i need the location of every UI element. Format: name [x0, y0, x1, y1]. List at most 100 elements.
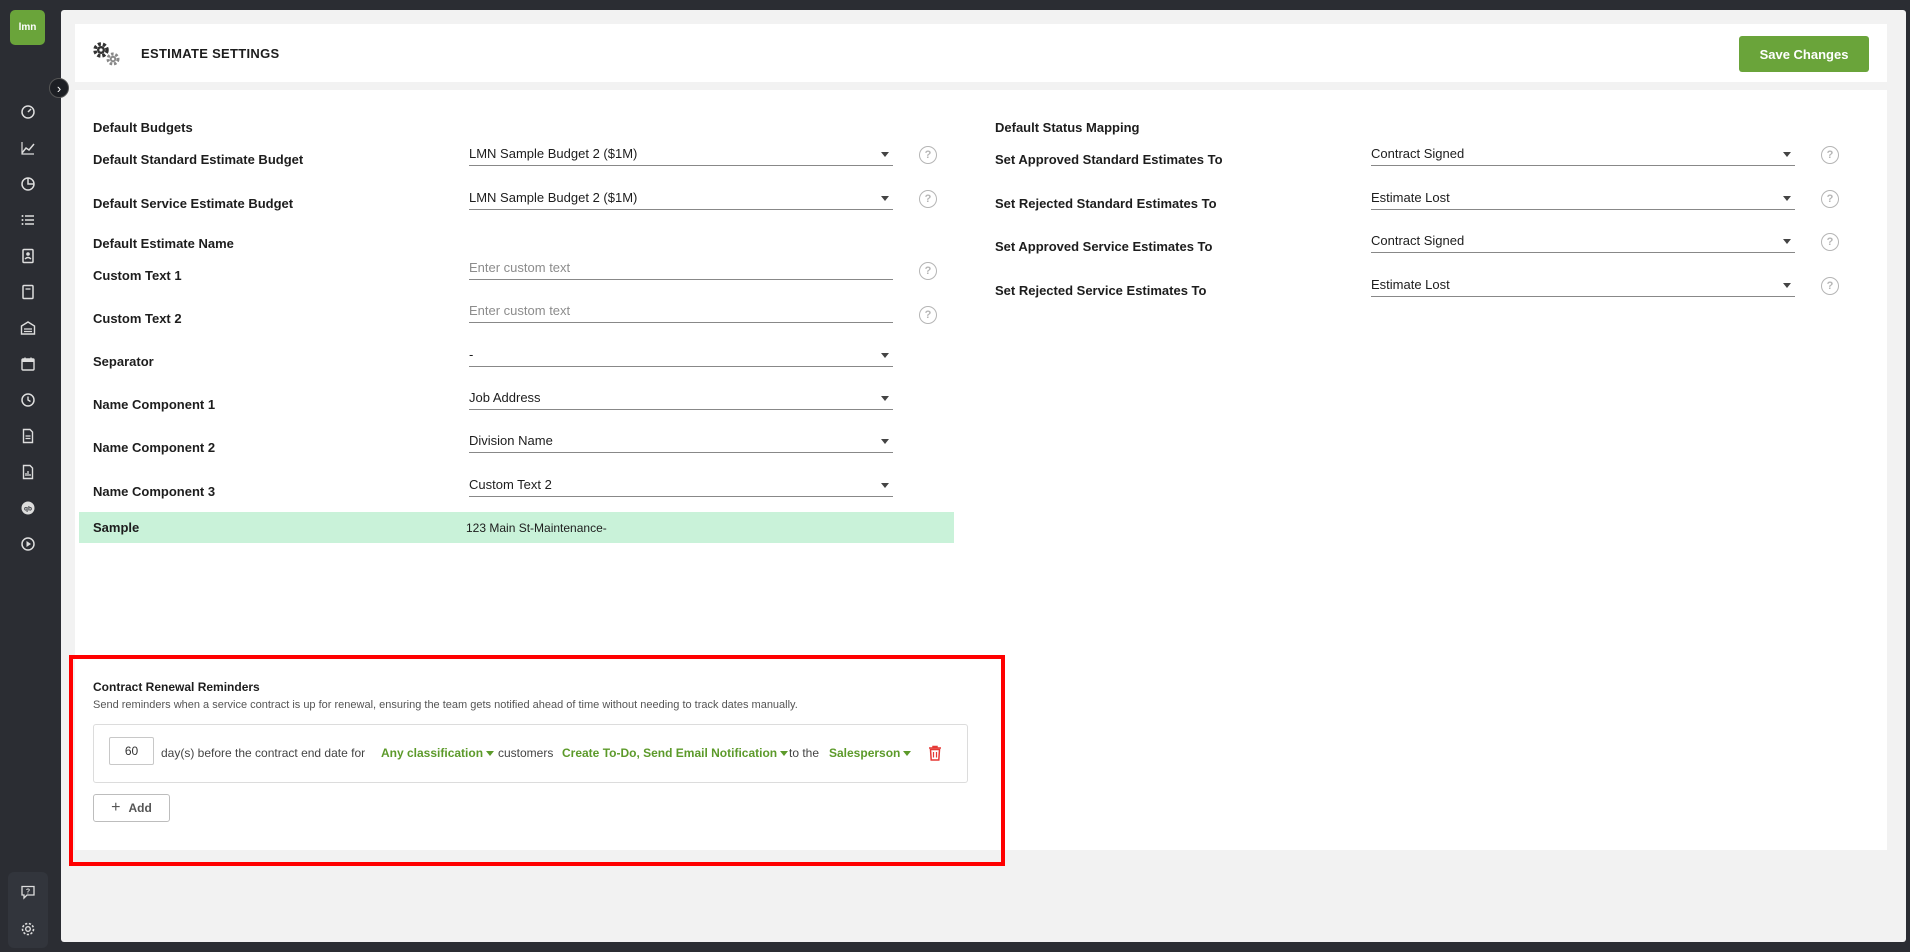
contract-renewal-description: Send reminders when a service contract i…	[93, 699, 798, 711]
report-icon[interactable]	[17, 461, 39, 483]
approved-standard-value: Contract Signed	[1371, 146, 1465, 161]
caret-down-icon	[780, 751, 789, 757]
page-header: ESTIMATE SETTINGS	[75, 24, 1887, 82]
rejected-service-select[interactable]: Estimate Lost	[1371, 273, 1795, 297]
default-budgets-heading: Default Budgets	[93, 120, 193, 135]
custom-text-2-input[interactable]: Enter custom text	[469, 299, 893, 323]
name-component-2-label: Name Component 2	[93, 440, 216, 455]
help-icon[interactable]: ?	[919, 306, 937, 324]
custom-text-1-placeholder: Enter custom text	[469, 260, 571, 275]
main-content: ESTIMATE SETTINGS Save Changes Default B…	[61, 10, 1906, 942]
estimate-icon[interactable]	[17, 281, 39, 303]
name-component-1-select[interactable]: Job Address	[469, 386, 893, 410]
actions-value: Create To-Do, Send Email Notification	[562, 746, 778, 760]
add-label: Add	[128, 801, 152, 815]
renewal-reminder-row: day(s) before the contract end date for …	[93, 724, 968, 783]
rejected-standard-select[interactable]: Estimate Lost	[1371, 186, 1795, 210]
help-icon[interactable]: ?	[1821, 146, 1839, 164]
actions-dropdown[interactable]: Create To-Do, Send Email Notification	[562, 746, 789, 760]
default-status-mapping-heading: Default Status Mapping	[995, 120, 1140, 135]
reminder-days-input[interactable]	[109, 737, 154, 765]
reminder-text-customers: customers	[498, 746, 554, 760]
chart-line-icon[interactable]	[17, 137, 39, 159]
help-icon[interactable]: ?	[919, 146, 937, 164]
page-title: ESTIMATE SETTINGS	[141, 46, 280, 61]
approved-standard-select[interactable]: Contract Signed	[1371, 142, 1795, 166]
help-icon[interactable]: ?	[1821, 277, 1839, 295]
play-icon[interactable]	[17, 533, 39, 555]
standard-budget-label: Default Standard Estimate Budget	[93, 152, 304, 167]
name-component-1-label: Name Component 1	[93, 397, 216, 412]
caret-down-icon	[881, 196, 889, 201]
calendar-icon[interactable]	[17, 353, 39, 375]
classification-dropdown[interactable]: Any classification	[381, 746, 495, 760]
help-icon[interactable]: ?	[919, 262, 937, 280]
save-changes-button[interactable]: Save Changes	[1739, 36, 1869, 72]
list-icon[interactable]	[17, 209, 39, 231]
caret-down-icon	[881, 152, 889, 157]
name-component-3-value: Custom Text 2	[469, 477, 552, 492]
service-budget-value: LMN Sample Budget 2 ($1M)	[469, 190, 638, 205]
rail-bottom-group: ?	[8, 872, 48, 948]
qb-icon[interactable]: qb	[17, 497, 39, 519]
recipient-value: Salesperson	[829, 746, 901, 760]
help-icon[interactable]: ?	[1821, 190, 1839, 208]
delete-trash-icon[interactable]	[928, 745, 942, 761]
standard-budget-value: LMN Sample Budget 2 ($1M)	[469, 146, 638, 161]
reminder-text-to-the: to the	[789, 746, 820, 760]
svg-text:?: ?	[26, 889, 30, 896]
caret-down-icon	[881, 439, 889, 444]
caret-down-icon	[1783, 239, 1791, 244]
service-budget-select[interactable]: LMN Sample Budget 2 ($1M)	[469, 186, 893, 210]
name-component-2-select[interactable]: Division Name	[469, 429, 893, 453]
approved-service-value: Contract Signed	[1371, 233, 1465, 248]
custom-text-2-label: Custom Text 2	[93, 311, 182, 326]
caret-down-icon	[1783, 196, 1791, 201]
caret-down-icon	[1783, 283, 1791, 288]
recipient-dropdown[interactable]: Salesperson	[829, 746, 912, 760]
contacts-icon[interactable]	[17, 245, 39, 267]
default-estimate-name-heading: Default Estimate Name	[93, 236, 234, 251]
name-component-1-value: Job Address	[469, 390, 541, 405]
lmn-logo[interactable]: lmn	[10, 10, 45, 45]
svg-text:qb: qb	[24, 506, 32, 513]
left-rail: lmn qb ?	[0, 0, 56, 952]
classification-value: Any classification	[381, 746, 484, 760]
caret-down-icon	[881, 483, 889, 488]
settings-gear-icon[interactable]	[17, 918, 39, 940]
custom-text-1-label: Custom Text 1	[93, 268, 182, 283]
chevron-right-icon: ›	[56, 80, 62, 96]
reminder-text-before: day(s) before the contract end date for	[161, 746, 366, 760]
settings-card: Default Budgets Default Standard Estimat…	[75, 90, 1887, 850]
caret-down-icon	[881, 353, 889, 358]
rejected-standard-value: Estimate Lost	[1371, 190, 1450, 205]
custom-text-1-input[interactable]: Enter custom text	[469, 256, 893, 280]
standard-budget-select[interactable]: LMN Sample Budget 2 ($1M)	[469, 142, 893, 166]
pie-chart-icon[interactable]	[17, 173, 39, 195]
settings-gears-icon	[91, 40, 125, 68]
document-icon[interactable]	[17, 425, 39, 447]
name-component-3-label: Name Component 3	[93, 484, 216, 499]
sample-preview-bar: Sample 123 Main St-Maintenance-	[79, 512, 954, 543]
plus-icon: +	[111, 799, 121, 816]
service-budget-label: Default Service Estimate Budget	[93, 196, 294, 211]
dashboard-icon[interactable]	[17, 101, 39, 123]
separator-value: -	[469, 347, 474, 362]
approved-service-label: Set Approved Service Estimates To	[995, 239, 1213, 254]
help-chat-icon[interactable]: ?	[17, 881, 39, 903]
name-component-3-select[interactable]: Custom Text 2	[469, 473, 893, 497]
warehouse-icon[interactable]	[17, 317, 39, 339]
logo-text: lmn	[18, 22, 37, 33]
sample-label: Sample	[93, 520, 140, 535]
clock-icon[interactable]	[17, 389, 39, 411]
caret-down-icon	[1783, 152, 1791, 157]
contract-renewal-heading: Contract Renewal Reminders	[93, 680, 260, 694]
collapse-sidebar-toggle[interactable]: ›	[49, 78, 69, 98]
approved-service-select[interactable]: Contract Signed	[1371, 229, 1795, 253]
separator-select[interactable]: -	[469, 343, 893, 367]
rejected-service-value: Estimate Lost	[1371, 277, 1450, 292]
add-reminder-button[interactable]: + Add	[93, 794, 170, 822]
help-icon[interactable]: ?	[919, 190, 937, 208]
rejected-standard-label: Set Rejected Standard Estimates To	[995, 196, 1217, 211]
help-icon[interactable]: ?	[1821, 233, 1839, 251]
